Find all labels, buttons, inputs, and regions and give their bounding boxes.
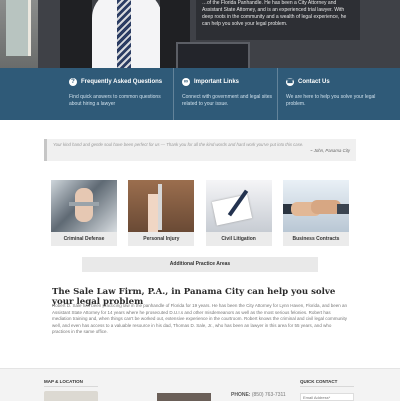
footer: MAP & LOCATION PHONE: (850) 763-7311 QUI… <box>0 368 400 401</box>
phone-icon: ☎ <box>286 78 294 86</box>
question-icon: ? <box>69 78 77 86</box>
practice-label[interactable]: Personal Injury <box>128 232 195 246</box>
hero-banner: …of the Florida Panhandle. He has been a… <box>0 0 400 68</box>
practice-card-personal-injury[interactable]: Personal Injury <box>128 180 195 246</box>
practice-label[interactable]: Civil Litigation <box>205 232 272 246</box>
practice-label[interactable]: Business Contracts <box>282 232 349 246</box>
contact-heading: QUICK CONTACT <box>300 379 338 384</box>
map-heading-divider <box>44 386 98 387</box>
footer-phone: PHONE: (850) 763-7311 <box>231 392 286 398</box>
about-body: Robert D. Sale has been practicing law i… <box>52 303 348 334</box>
info-contact[interactable]: ☎ Contact Us We are here to help you sol… <box>277 68 381 120</box>
hero-tie <box>117 0 131 68</box>
info-contact-body: We are here to help you solve your legal… <box>286 94 376 107</box>
civil-litigation-image[interactable] <box>205 180 272 232</box>
info-links-body: Connect with government and legal sites … <box>182 94 273 107</box>
hero-suit-left <box>60 0 92 68</box>
map-heading: MAP & LOCATION <box>44 379 83 384</box>
criminal-defense-image[interactable] <box>51 180 117 232</box>
info-contact-title[interactable]: Contact Us <box>298 79 330 85</box>
hero-text: …of the Florida Panhandle. He has been a… <box>202 0 347 27</box>
testimonial-author: ~ John, Panama City <box>309 148 350 153</box>
hero-text-panel: …of the Florida Panhandle. He has been a… <box>196 0 360 40</box>
info-faq[interactable]: ? Frequently Asked Questions Find quick … <box>69 68 173 120</box>
link-icon: ∞ <box>182 78 190 86</box>
phone-number[interactable]: (850) 763-7311 <box>252 392 286 398</box>
practice-card-civil-litigation[interactable]: Civil Litigation <box>205 180 272 246</box>
additional-practice-areas-button[interactable]: Additional Practice Areas <box>82 257 318 272</box>
hero-window-image <box>6 0 31 56</box>
practice-label[interactable]: Criminal Defense <box>51 232 117 246</box>
business-contracts-image[interactable] <box>282 180 349 232</box>
testimonial: Your kind hand and gentle soul have been… <box>44 139 356 161</box>
practice-card-criminal-defense[interactable]: Criminal Defense <box>51 180 117 246</box>
info-faq-title[interactable]: Frequently Asked Questions <box>81 79 162 85</box>
info-band: ? Frequently Asked Questions Find quick … <box>0 68 400 120</box>
info-faq-body: Find quick answers to common questions a… <box>69 94 161 107</box>
info-links[interactable]: ∞ Important Links Connect with governmen… <box>173 68 277 120</box>
phone-label: PHONE: <box>231 392 251 398</box>
contact-heading-divider <box>300 386 354 387</box>
practice-card-business-contracts[interactable]: Business Contracts <box>282 180 349 246</box>
info-links-title[interactable]: Important Links <box>194 79 239 85</box>
personal-injury-image[interactable] <box>128 180 195 232</box>
hero-monitor <box>176 42 250 68</box>
practice-areas: Criminal Defense Personal Injury Civil L… <box>51 180 349 246</box>
